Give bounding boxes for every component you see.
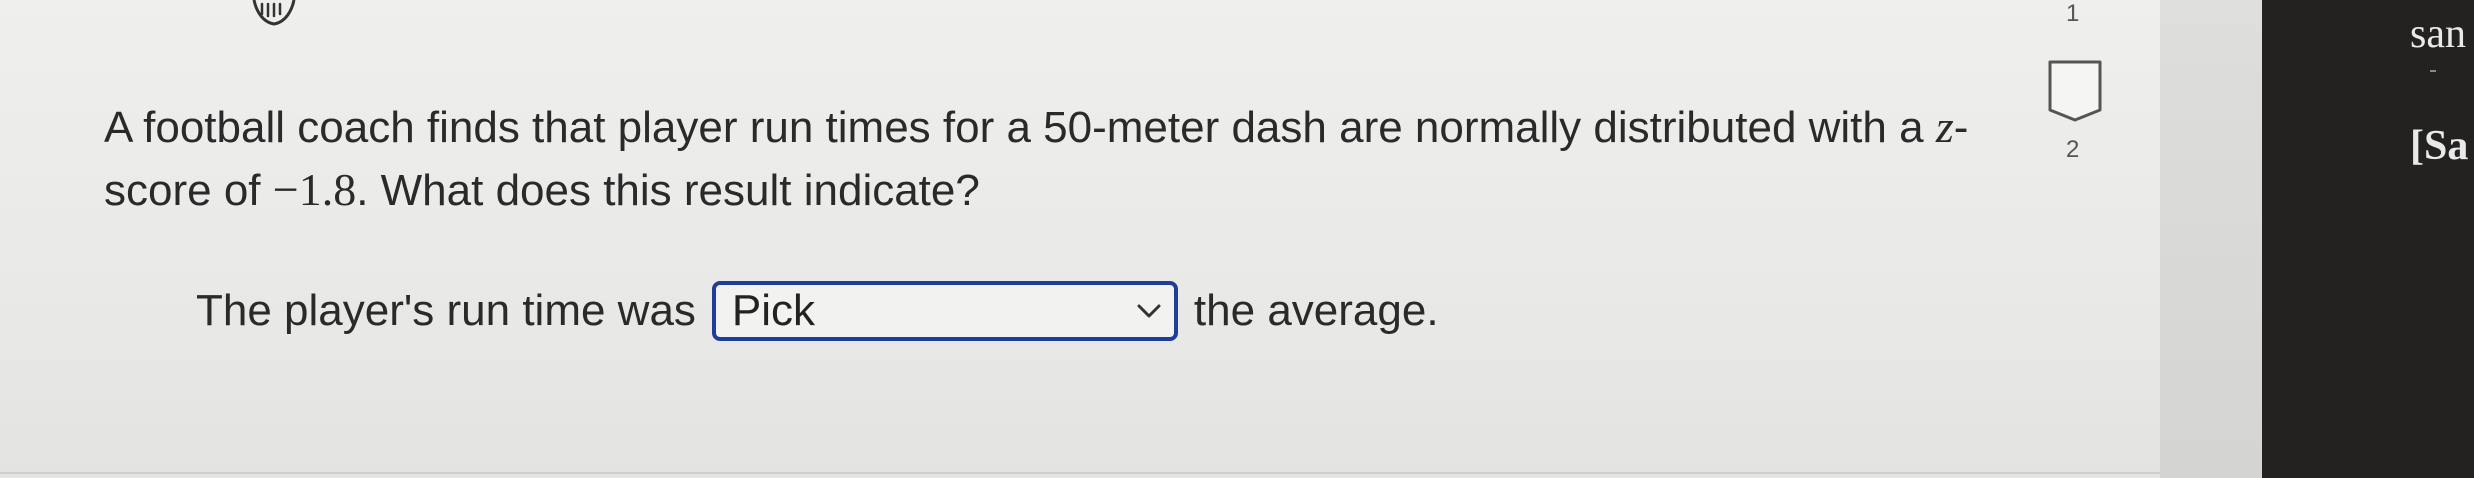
question-text-part: A football coach finds that player run t…	[104, 103, 1936, 152]
z-value: −1.8	[272, 164, 357, 215]
answer-prefix: The player's run time was	[196, 286, 696, 335]
right-panel-text: [Sa	[2410, 123, 2469, 169]
right-panel	[2262, 0, 2474, 478]
question-text: A football coach finds that player run t…	[104, 96, 2024, 222]
answer-suffix: the average.	[1193, 286, 1439, 335]
chevron-down-icon	[1137, 304, 1161, 318]
question-panel	[0, 0, 2160, 478]
right-panel-text: san	[2410, 11, 2466, 57]
bookmark-box-icon[interactable]	[2046, 58, 2104, 124]
z-variable: z	[1935, 101, 1954, 152]
window-gap	[2160, 0, 2262, 478]
dropdown-selected-value: Pick	[731, 286, 816, 335]
pick-dropdown[interactable]: Pick	[711, 281, 1178, 341]
question-text-part: . What does this result indicate?	[356, 166, 980, 215]
divider	[2430, 70, 2436, 72]
hand-pointer-icon	[252, 0, 296, 26]
divider	[0, 472, 2160, 474]
side-number-bottom: 2	[2066, 136, 2080, 163]
answer-row: The player's run time was Pick the avera…	[196, 278, 1439, 344]
side-number-top: 1	[2066, 0, 2080, 27]
